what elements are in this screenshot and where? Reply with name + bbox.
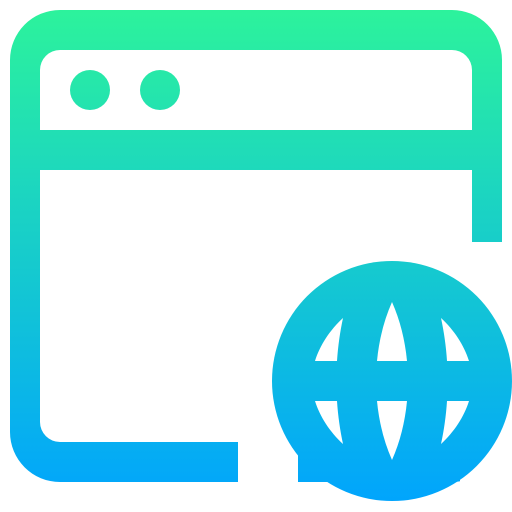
window-dot-icon — [140, 70, 180, 110]
globe-icon — [272, 261, 512, 501]
browser-globe-icon — [10, 10, 512, 501]
icon-canvas — [0, 0, 512, 512]
window-dot-icon — [70, 70, 110, 110]
